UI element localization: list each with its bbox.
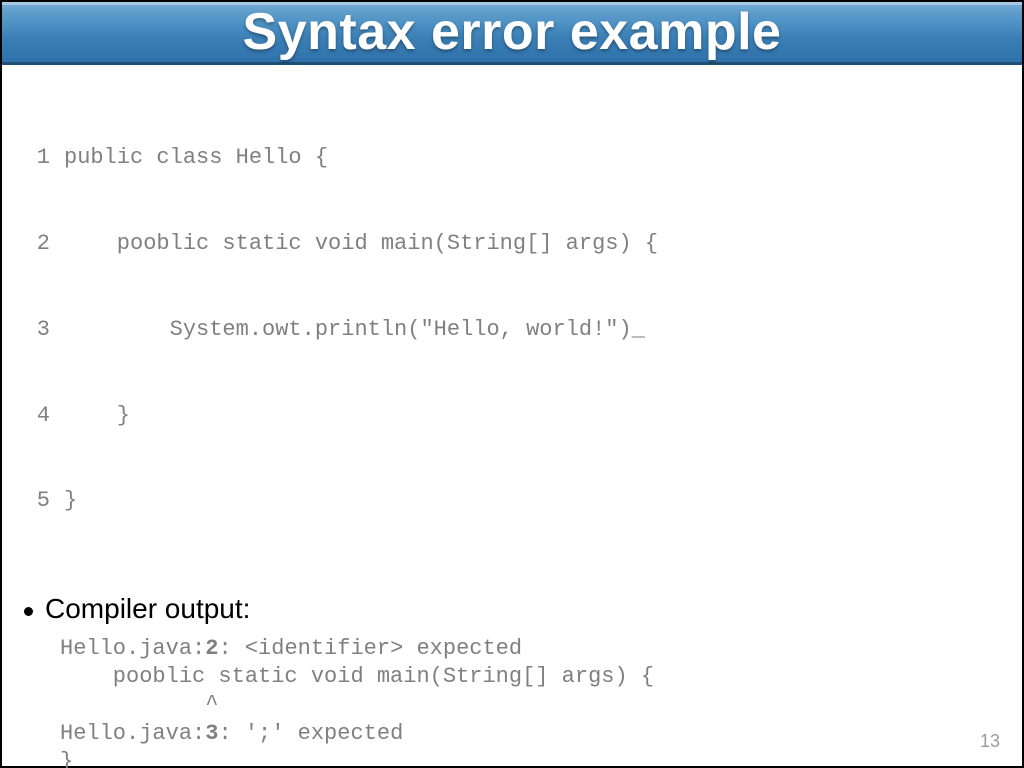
- code-text: pooblic static void main(String[] args) …: [64, 230, 658, 259]
- code-line: 4 }: [26, 402, 1004, 431]
- slide-title: Syntax error example: [243, 2, 782, 62]
- bullet-text: Compiler output:: [45, 593, 250, 625]
- code-text: public class Hello {: [64, 144, 328, 173]
- slide-content: 1 public class Hello { 2 pooblic static v…: [2, 65, 1022, 768]
- code-line: 1 public class Hello {: [26, 144, 1004, 173]
- code-line: 5}: [26, 487, 1004, 516]
- code-text: }: [64, 487, 77, 516]
- line-number: 3: [26, 316, 50, 345]
- line-number: 1: [26, 144, 50, 173]
- code-block: 1 public class Hello { 2 pooblic static v…: [26, 87, 1004, 573]
- code-line: 2 pooblic static void main(String[] args…: [26, 230, 1004, 259]
- bullet-item: Compiler output:: [24, 593, 1004, 625]
- line-number: 4: [26, 402, 50, 431]
- bullet-icon: [24, 607, 33, 616]
- line-number: 5: [26, 487, 50, 516]
- title-bar: Syntax error example: [2, 2, 1022, 65]
- line-number: 2: [26, 230, 50, 259]
- slide: Syntax error example 1 public class Hello…: [0, 0, 1024, 768]
- compiler-output: Hello.java:2: <identifier> expected poob…: [60, 635, 1004, 768]
- code-line: 3 System.owt.println("Hello, world!")_: [26, 316, 1004, 345]
- page-number: 13: [980, 731, 1000, 752]
- code-text: }: [64, 402, 130, 431]
- code-text: System.owt.println("Hello, world!")_: [64, 316, 645, 345]
